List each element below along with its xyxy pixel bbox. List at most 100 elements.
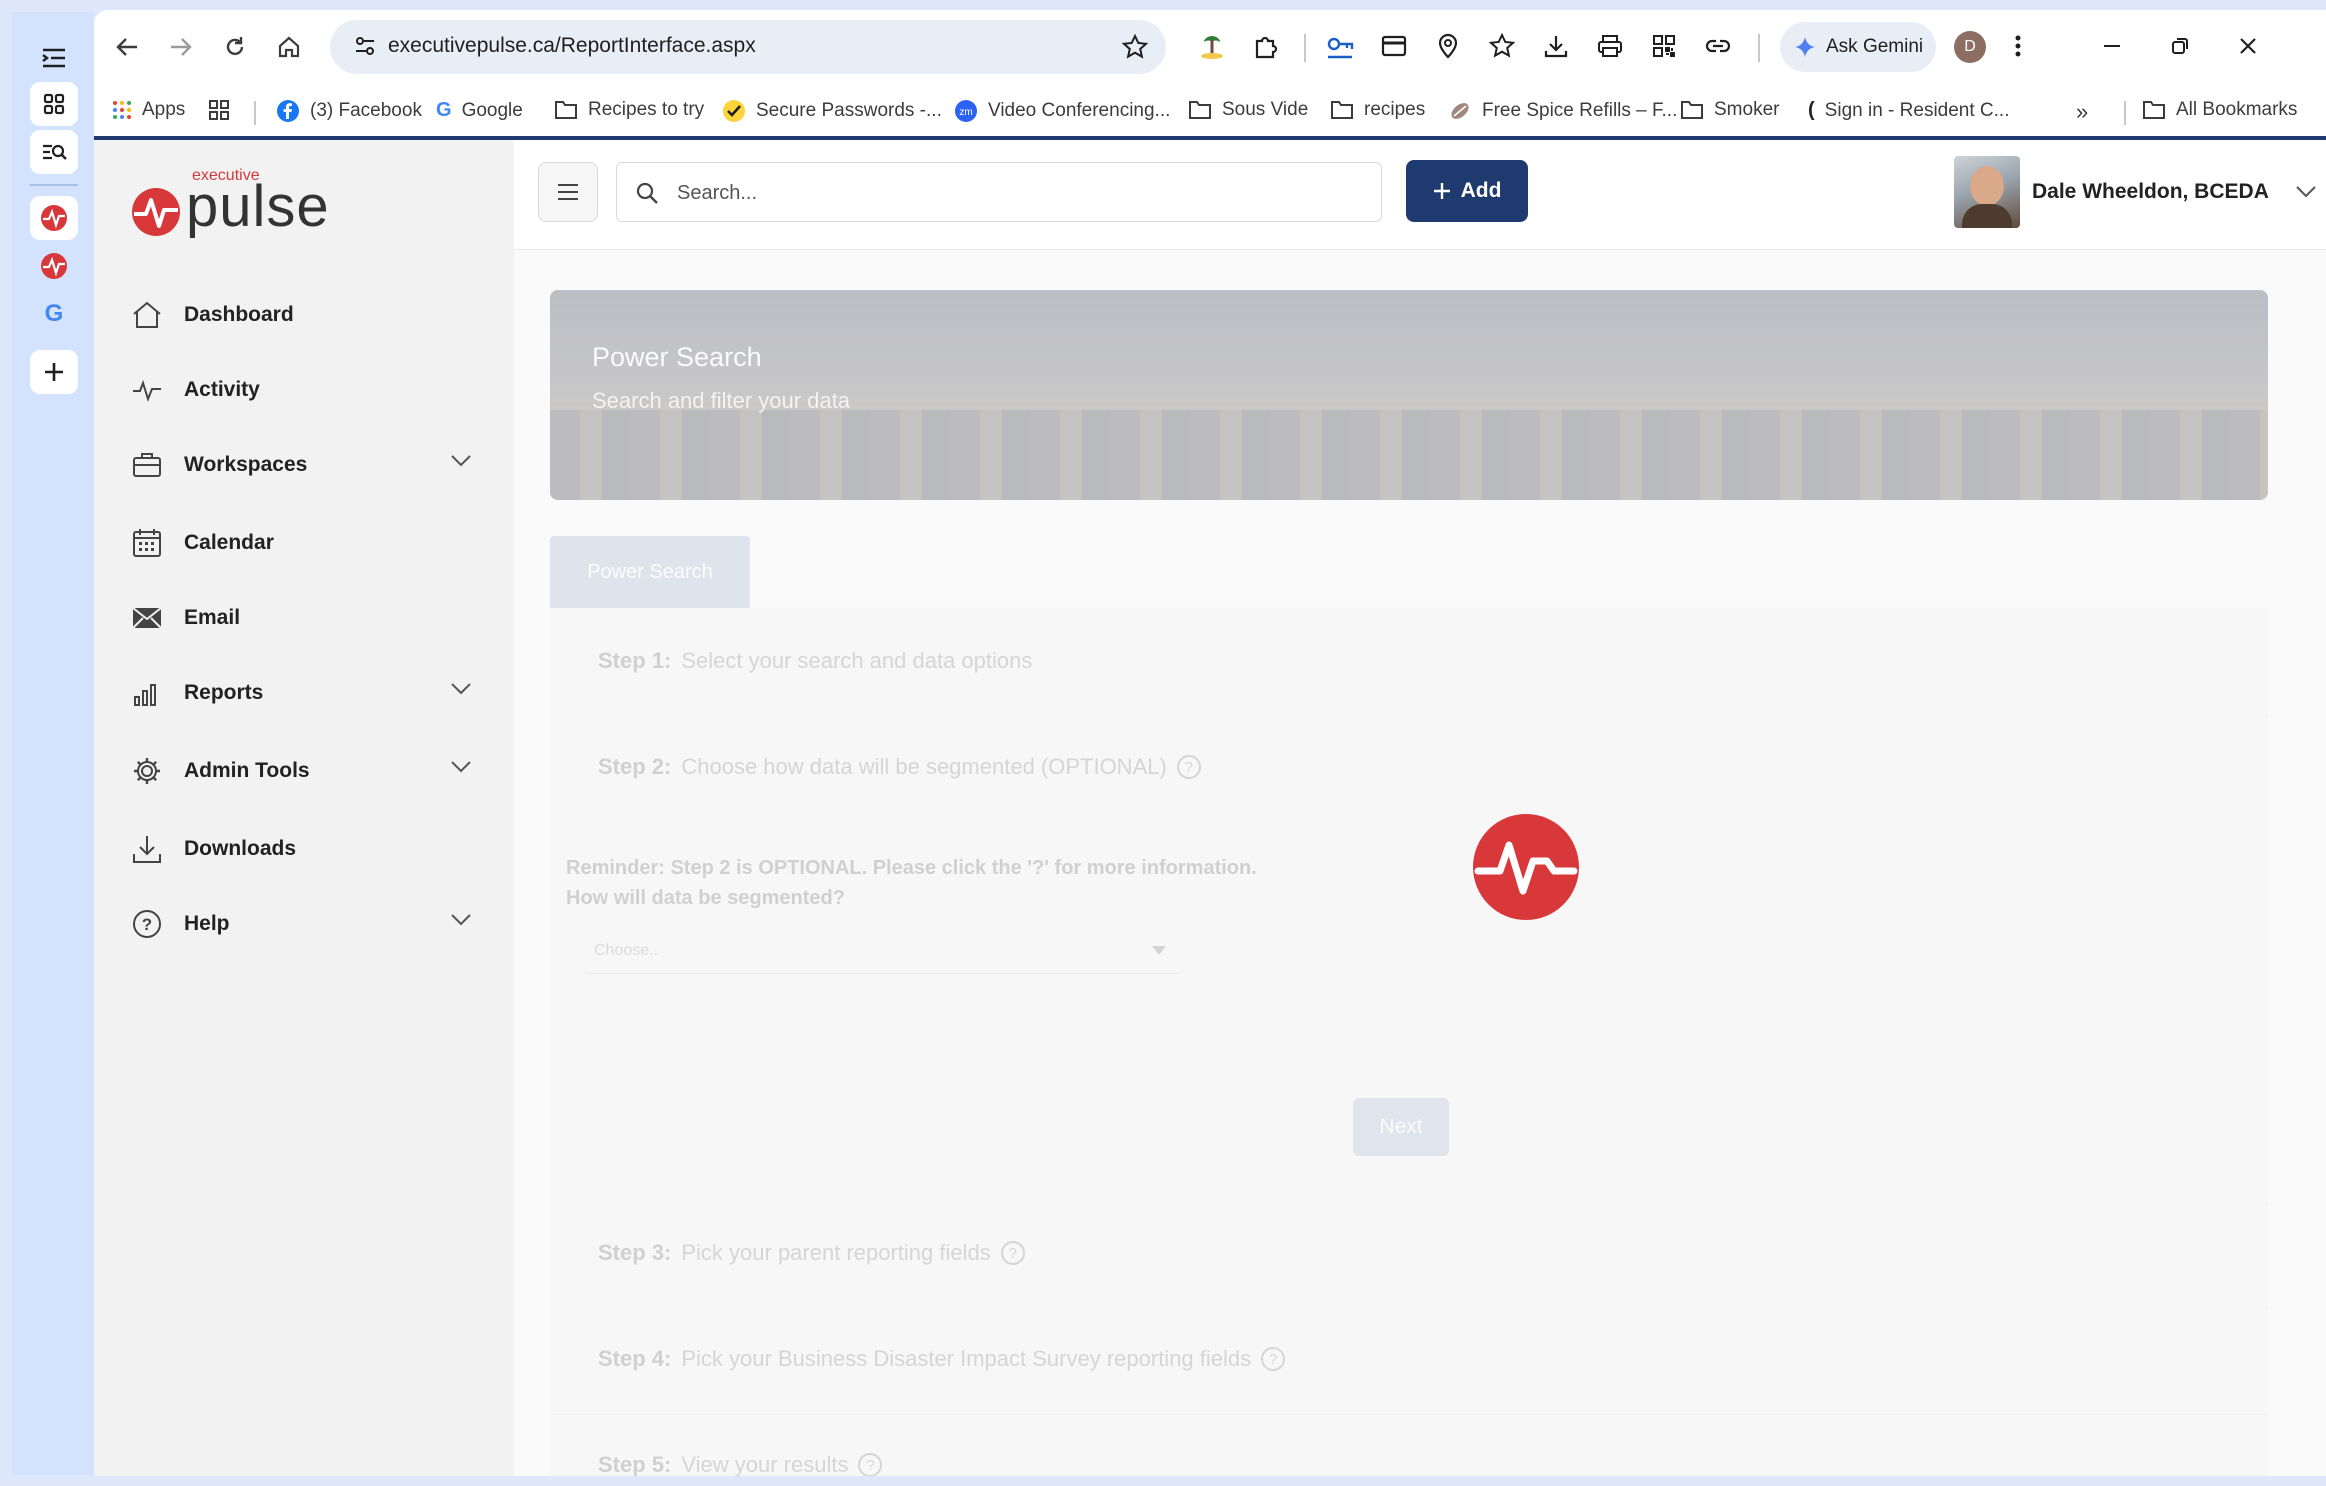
plus-icon — [1433, 183, 1450, 199]
help-circle-icon: ? — [133, 910, 161, 938]
step-1[interactable]: Step 1: Select your search and data opti… — [598, 648, 1032, 674]
bookmark-free-spice-refills[interactable]: Free Spice Refills – F... — [1448, 99, 1677, 123]
nav-reports[interactable]: Reports — [132, 668, 472, 718]
payment-card-icon[interactable] — [1374, 26, 1414, 66]
segment-select[interactable]: Choose.. — [586, 928, 1180, 974]
bookmark-star-icon[interactable] — [1121, 33, 1149, 65]
segment-reminder: Reminder: Step 2 is OPTIONAL. Please cli… — [566, 853, 1257, 913]
bookmark-label: Video Conferencing... — [988, 100, 1171, 121]
home-browser-icon[interactable] — [266, 24, 312, 70]
bookmark-tab-groups[interactable] — [208, 99, 230, 121]
nav-admin-tools[interactable]: Admin Tools — [132, 746, 472, 796]
nav-downloads[interactable]: Downloads — [132, 824, 472, 874]
bookmark-sign-in-resident[interactable]: ( Sign in - Resident C... — [1808, 99, 2009, 122]
search-input[interactable] — [677, 177, 1367, 209]
address-bar[interactable]: executivepulse.ca/ReportInterface.aspx — [330, 20, 1166, 74]
svg-text:zm: zm — [959, 107, 972, 118]
chevron-down-icon[interactable] — [450, 913, 472, 927]
step-text: Pick your parent reporting fields — [681, 1240, 991, 1265]
collapse-panel-icon[interactable] — [30, 36, 78, 80]
bar-chart-icon — [134, 684, 156, 706]
link-icon[interactable] — [1698, 26, 1738, 66]
nav-help[interactable]: ? Help — [132, 899, 472, 949]
chevron-down-icon[interactable] — [450, 682, 472, 696]
site-settings-icon[interactable] — [354, 35, 376, 62]
nav-email[interactable]: Email — [132, 593, 472, 643]
search-panel-icon[interactable] — [30, 130, 78, 174]
kebab-menu-icon[interactable] — [1998, 26, 2038, 66]
main-content: Power Search Search and filter your data… — [514, 250, 2326, 1476]
profile-avatar[interactable]: D — [1954, 31, 1986, 63]
gear-icon — [134, 758, 160, 784]
step-4[interactable]: Step 4: Pick your Business Disaster Impa… — [598, 1346, 1286, 1372]
toolbar-divider-2 — [1758, 34, 1760, 62]
tab-power-search[interactable]: Power Search — [550, 536, 750, 608]
chevron-down-icon[interactable] — [2295, 185, 2317, 199]
ask-gemini-button[interactable]: Ask Gemini — [1780, 22, 1936, 72]
next-button[interactable]: Next — [1353, 1098, 1449, 1156]
google-icon[interactable]: G — [30, 292, 78, 336]
hamburger-menu-button[interactable] — [538, 162, 598, 222]
bookmark-sous-vide[interactable]: Sous Vide — [1188, 99, 1308, 121]
bookmark-secure-passwords[interactable]: Secure Passwords -... — [722, 99, 942, 123]
help-question-icon[interactable]: ? — [1261, 1347, 1286, 1371]
browser-side-panel: G — [12, 12, 94, 1475]
extension-island-icon[interactable] — [1192, 26, 1232, 66]
folder-icon — [1331, 101, 1353, 119]
location-pin-icon[interactable] — [1428, 26, 1468, 66]
nav-dashboard[interactable]: Dashboard — [132, 290, 472, 340]
close-window-icon[interactable] — [2228, 26, 2268, 66]
qr-code-icon[interactable] — [1644, 26, 1684, 66]
folder-icon — [2143, 101, 2165, 119]
help-question-icon[interactable]: ? — [1176, 755, 1201, 779]
add-panel-icon[interactable] — [30, 350, 78, 394]
bookmark-recipes[interactable]: recipes — [1330, 99, 1425, 121]
help-question-icon[interactable]: ? — [858, 1453, 883, 1476]
step-2[interactable]: Step 2: Choose how data will be segmente… — [598, 754, 1201, 780]
step-divider — [550, 716, 2268, 717]
chevron-down-icon[interactable] — [450, 454, 472, 468]
bookmark-apps[interactable]: Apps — [112, 99, 185, 121]
help-question-icon[interactable]: ? — [1000, 1241, 1025, 1265]
minimize-icon[interactable] — [2092, 26, 2132, 66]
password-key-icon[interactable] — [1320, 26, 1360, 66]
user-menu[interactable]: Dale Wheeldon, BCEDA — [1954, 156, 2317, 228]
nav-workspaces[interactable]: Workspaces — [132, 440, 472, 490]
forward-arrow-icon[interactable] — [158, 24, 204, 70]
nav-calendar[interactable]: Calendar — [132, 518, 472, 568]
step-3[interactable]: Step 3: Pick your parent reporting field… — [598, 1240, 1025, 1266]
app-sidebar: executive pulse Dashboard Activity Works… — [94, 140, 514, 1476]
executive-pulse-logo[interactable]: executive pulse — [132, 158, 352, 248]
extensions-puzzle-icon[interactable] — [1246, 26, 1286, 66]
web-app: executive pulse Dashboard Activity Works… — [94, 140, 2326, 1476]
pulse-app-icon[interactable] — [30, 196, 78, 240]
bookmark-facebook[interactable]: (3) Facebook — [276, 99, 422, 123]
bookmark-google[interactable]: G Google — [436, 99, 523, 122]
bookmark-video-conferencing[interactable]: zm Video Conferencing... — [954, 99, 1170, 123]
add-button[interactable]: Add — [1406, 160, 1528, 222]
reload-icon[interactable] — [212, 24, 258, 70]
nav-label: Activity — [184, 378, 260, 401]
chevron-down-icon[interactable] — [450, 760, 472, 774]
bookmarks-overflow-button[interactable]: » — [2076, 99, 2088, 125]
bookmark-recipes-to-try[interactable]: Recipes to try — [554, 99, 704, 121]
nav-label: Admin Tools — [184, 759, 310, 782]
svg-text:?: ? — [142, 915, 152, 934]
pulse-app-icon-2[interactable] — [30, 244, 78, 288]
apps-panel-icon[interactable] — [30, 82, 78, 126]
reminder-line-1: Reminder: Step 2 is OPTIONAL. Please cli… — [566, 857, 1257, 879]
step-number: Step 2: — [598, 754, 672, 779]
step-divider — [550, 1204, 2268, 1205]
restore-icon[interactable] — [2160, 26, 2200, 66]
downloads-icon[interactable] — [1536, 26, 1576, 66]
bookmark-all-bookmarks[interactable]: All Bookmarks — [2142, 99, 2297, 121]
menu-icon — [558, 184, 578, 200]
print-icon[interactable] — [1590, 26, 1630, 66]
bookmarks-star-icon[interactable] — [1482, 26, 1522, 66]
search-icon — [636, 182, 658, 204]
bookmark-smoker[interactable]: Smoker — [1680, 99, 1779, 121]
back-arrow-icon[interactable] — [104, 24, 150, 70]
nav-activity[interactable]: Activity — [132, 365, 472, 415]
step-5[interactable]: Step 5: View your results ? — [598, 1452, 883, 1476]
url-text[interactable]: executivepulse.ca/ReportInterface.aspx — [388, 34, 756, 58]
